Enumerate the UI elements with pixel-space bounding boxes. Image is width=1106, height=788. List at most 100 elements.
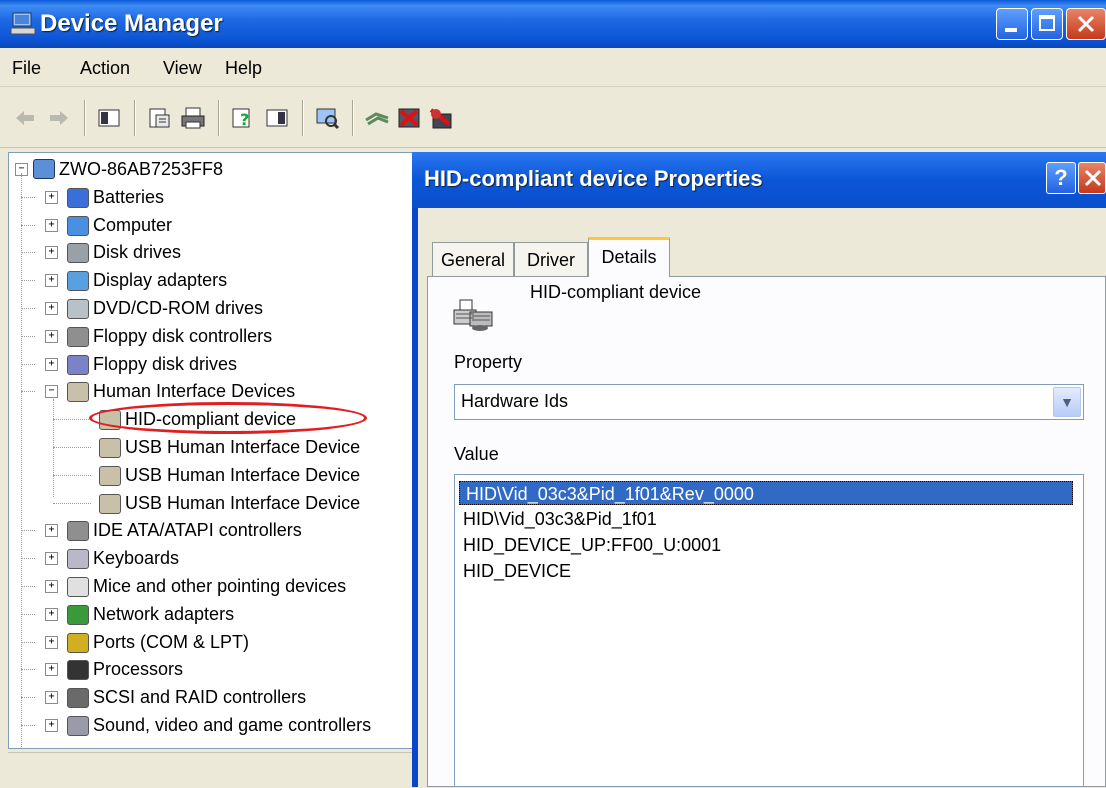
expand-icon[interactable]: + xyxy=(45,218,58,232)
tree-category-item[interactable]: + Floppy disk drives xyxy=(9,352,409,376)
update-driver-icon[interactable] xyxy=(364,106,390,130)
value-list-item[interactable]: HID\Vid_03c3&Pid_1f01 xyxy=(463,507,657,531)
help-icon[interactable]: ? xyxy=(230,106,256,130)
collapse-icon[interactable]: − xyxy=(45,385,58,399)
dialog-close-button[interactable] xyxy=(1078,162,1106,194)
tree-category-item[interactable]: + Sound, video and game controllers xyxy=(9,713,409,737)
expand-icon[interactable]: + xyxy=(45,274,58,288)
tree-connector xyxy=(53,419,91,421)
tree-device-label: USB Human Interface Device xyxy=(125,492,361,513)
maximize-button[interactable] xyxy=(1031,8,1063,40)
tree-category-item[interactable]: + Network adapters xyxy=(9,602,409,626)
expand-icon[interactable]: + xyxy=(45,524,58,538)
expand-icon[interactable]: + xyxy=(45,607,58,621)
network-adapter-icon xyxy=(67,604,89,625)
tree-connector xyxy=(21,363,35,365)
property-dropdown[interactable]: Hardware Ids ▼ xyxy=(454,384,1084,420)
tree-category-label: Display adapters xyxy=(93,270,228,291)
expand-icon[interactable]: + xyxy=(45,719,58,732)
show-hide-pane-icon[interactable] xyxy=(264,106,290,130)
tree-category-item[interactable]: + Mice and other pointing devices xyxy=(9,574,409,598)
expand-icon[interactable]: + xyxy=(45,580,58,593)
value-list-item[interactable]: HID_DEVICE_UP:FF00_U:0001 xyxy=(463,533,721,557)
tab-driver[interactable]: Driver xyxy=(514,242,588,276)
expand-icon[interactable]: + xyxy=(45,329,58,343)
window-title: Device Manager xyxy=(40,10,223,37)
minimize-button[interactable] xyxy=(996,8,1028,40)
tree-connector xyxy=(21,641,35,643)
tree-category-item[interactable]: + Processors xyxy=(9,657,409,681)
menu-help[interactable]: Help xyxy=(225,58,262,79)
show-hide-tree-icon[interactable] xyxy=(96,106,122,130)
tree-category-item[interactable]: + Computer xyxy=(9,213,409,237)
tree-category-item[interactable]: − Human Interface Devices xyxy=(9,379,409,403)
device-tree[interactable]: − ZWO-86AB7253FF8 + Batteries + Computer + Disk… xyxy=(8,152,414,749)
battery-icon xyxy=(67,187,89,208)
expand-icon[interactable]: + xyxy=(45,357,58,371)
expand-icon[interactable]: + xyxy=(45,691,58,705)
value-listbox[interactable]: HID\Vid_03c3&Pid_1f01&Rev_0000 HID\Vid_03… xyxy=(454,474,1084,787)
keyboard-icon xyxy=(67,549,89,570)
menu-file[interactable]: File xyxy=(12,58,41,79)
tree-category-item[interactable]: + Floppy disk controllers xyxy=(9,324,409,348)
tree-category-label: Computer xyxy=(93,214,173,235)
computer-icon xyxy=(33,159,55,179)
value-list-item[interactable]: HID_DEVICE xyxy=(463,559,571,583)
help-question-icon: ? xyxy=(1054,165,1068,190)
tree-category-item[interactable]: + SCSI and RAID controllers xyxy=(9,685,409,709)
tree-connector xyxy=(21,613,35,615)
menu-view[interactable]: View xyxy=(163,58,202,79)
tree-category-label: Processors xyxy=(93,659,184,680)
hid-device-icon xyxy=(452,298,496,337)
close-icon xyxy=(1077,15,1095,33)
scan-hardware-icon[interactable] xyxy=(314,106,340,130)
tree-category-item[interactable]: + Ports (COM & LPT) xyxy=(9,630,409,654)
tree-category-label: Human Interface Devices xyxy=(93,381,296,402)
tree-category-label: Ports (COM & LPT) xyxy=(93,631,250,652)
menu-action[interactable]: Action xyxy=(80,58,130,79)
port-icon xyxy=(67,632,89,653)
tree-category-item[interactable]: + Display adapters xyxy=(9,268,409,292)
tree-category-item[interactable]: + DVD/CD-ROM drives xyxy=(9,296,409,320)
expand-icon[interactable]: + xyxy=(45,552,58,566)
tree-connector xyxy=(21,280,35,282)
value-list-item[interactable]: HID\Vid_03c3&Pid_1f01&Rev_0000 xyxy=(459,481,1073,505)
tree-category-item[interactable]: + Keyboards xyxy=(9,546,409,570)
properties-icon[interactable] xyxy=(146,106,172,130)
tree-connector xyxy=(21,252,35,254)
tree-device-item[interactable]: USB Human Interface Device xyxy=(9,435,409,459)
expand-icon[interactable]: + xyxy=(45,663,58,677)
device-name: HID-compliant device xyxy=(530,282,702,302)
disk-drive-icon xyxy=(67,243,89,264)
tree-connector xyxy=(53,502,91,504)
tree-device-item[interactable]: HID-compliant device xyxy=(9,402,409,435)
expand-icon[interactable]: + xyxy=(45,246,58,260)
tree-category-item[interactable]: + Disk drives xyxy=(9,240,409,264)
back-arrow-icon[interactable] xyxy=(12,106,38,130)
tree-category-label: Batteries xyxy=(93,186,165,207)
maximize-icon xyxy=(1039,15,1055,31)
tree-connector xyxy=(21,725,35,726)
hid-device-icon xyxy=(99,465,121,486)
tree-category-label: Mice and other pointing devices xyxy=(93,576,347,596)
tree-category-label: SCSI and RAID controllers xyxy=(93,687,307,708)
uninstall-device-icon[interactable] xyxy=(428,106,454,130)
tree-category-item[interactable]: + IDE ATA/ATAPI controllers xyxy=(9,518,409,542)
chevron-down-icon[interactable]: ▼ xyxy=(1053,387,1081,417)
disable-device-icon[interactable] xyxy=(396,106,422,130)
tab-details[interactable]: Details xyxy=(588,237,670,277)
forward-arrow-icon[interactable] xyxy=(46,106,72,130)
tab-general[interactable]: General xyxy=(432,242,514,276)
tree-root[interactable]: − ZWO-86AB7253FF8 xyxy=(9,157,409,181)
toolbar-separator xyxy=(134,100,136,136)
close-button[interactable] xyxy=(1066,8,1106,40)
print-icon[interactable] xyxy=(180,106,206,130)
tree-category-item[interactable]: + Batteries xyxy=(9,185,409,209)
tree-device-item[interactable]: USB Human Interface Device xyxy=(9,491,409,515)
expand-icon[interactable]: + xyxy=(45,190,58,204)
expand-icon[interactable]: + xyxy=(45,302,58,315)
dialog-help-button[interactable]: ? xyxy=(1046,162,1076,194)
sound-icon xyxy=(67,716,89,736)
tree-device-item[interactable]: USB Human Interface Device xyxy=(9,463,409,487)
expand-icon[interactable]: + xyxy=(45,635,58,649)
